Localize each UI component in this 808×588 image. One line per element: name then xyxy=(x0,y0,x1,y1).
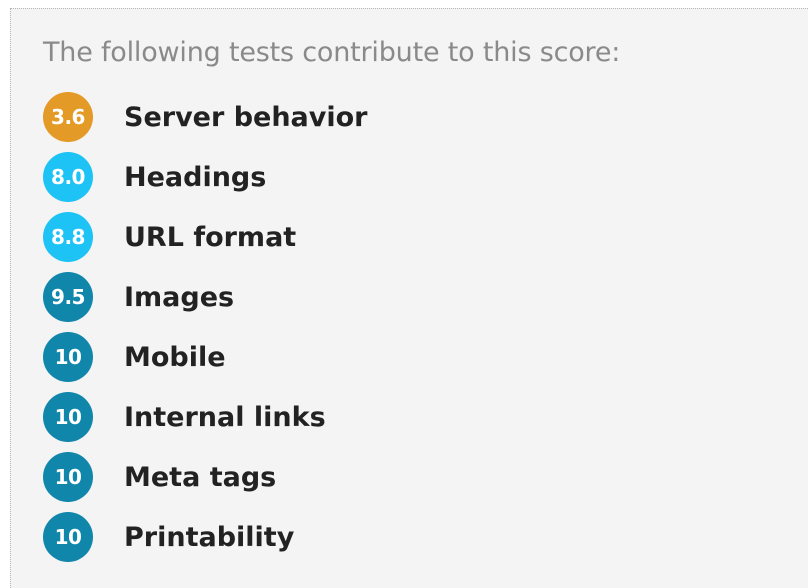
score-breakdown-intro: The following tests contribute to this s… xyxy=(43,37,621,68)
test-label: Images xyxy=(124,281,235,313)
score-badge: 10 xyxy=(43,512,93,562)
test-item-server-behavior: 3.6 Server behavior xyxy=(43,87,368,147)
test-item-printability: 10 Printability xyxy=(43,507,368,567)
test-list: 3.6 Server behavior 8.0 Headings 8.8 URL… xyxy=(43,87,368,567)
test-label: Printability xyxy=(124,521,295,553)
score-badge: 8.0 xyxy=(43,152,93,202)
test-item-internal-links: 10 Internal links xyxy=(43,387,368,447)
test-label: Meta tags xyxy=(124,461,277,493)
test-item-mobile: 10 Mobile xyxy=(43,327,368,387)
test-label: Headings xyxy=(124,161,267,193)
test-label: Mobile xyxy=(124,341,226,373)
score-badge: 3.6 xyxy=(43,92,93,142)
test-item-meta-tags: 10 Meta tags xyxy=(43,447,368,507)
score-badge: 9.5 xyxy=(43,272,93,322)
test-label: URL format xyxy=(124,221,297,253)
test-item-headings: 8.0 Headings xyxy=(43,147,368,207)
score-badge: 10 xyxy=(43,332,93,382)
test-item-url-format: 8.8 URL format xyxy=(43,207,368,267)
score-badge: 10 xyxy=(43,452,93,502)
score-breakdown-panel: The following tests contribute to this s… xyxy=(10,8,808,588)
score-badge: 10 xyxy=(43,392,93,442)
test-label: Server behavior xyxy=(124,101,368,133)
score-badge: 8.8 xyxy=(43,212,93,262)
test-label: Internal links xyxy=(124,401,326,433)
test-item-images: 9.5 Images xyxy=(43,267,368,327)
